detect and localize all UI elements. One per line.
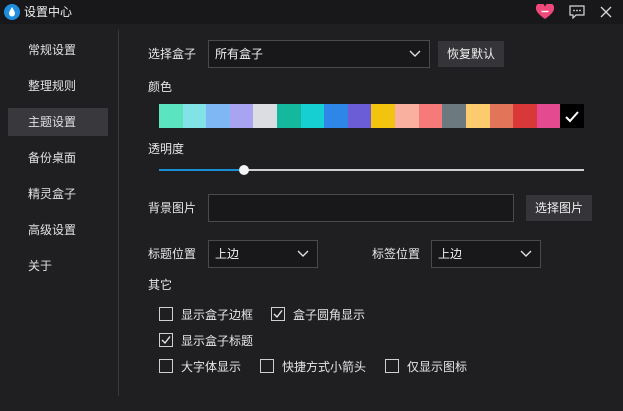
opacity-slider-fill: [159, 169, 244, 171]
color-swatch[interactable]: [277, 104, 301, 128]
opacity-slider-thumb[interactable]: [239, 165, 249, 175]
icon-only-label: 仅显示图标: [407, 359, 468, 374]
color-swatch[interactable]: [324, 104, 348, 128]
color-swatch[interactable]: [253, 104, 278, 128]
color-swatch[interactable]: [182, 104, 207, 128]
box-rounded-corner-label: 盒子圆角显示: [293, 307, 366, 322]
sidebar: 常规设置 整理规则 主题设置 备份桌面 精灵盒子 高级设置 关于: [0, 24, 118, 411]
color-swatch[interactable]: [560, 104, 584, 128]
color-swatch[interactable]: [229, 104, 254, 128]
checkbox-box: [385, 359, 399, 373]
box-select-dropdown[interactable]: 所有盒子: [208, 40, 430, 68]
large-font-checkbox[interactable]: 大字体显示: [159, 357, 241, 375]
window-title: 设置中心: [24, 5, 73, 19]
show-box-border-label: 显示盒子边框: [181, 307, 254, 322]
box-select-label: 选择盒子: [148, 47, 197, 61]
title-position-label: 标题位置: [148, 247, 197, 261]
show-box-title-label: 显示盒子标题: [181, 333, 254, 348]
checkbox-box: [159, 307, 173, 321]
color-swatch[interactable]: [371, 104, 396, 128]
background-image-path-input[interactable]: [208, 194, 514, 222]
color-swatch[interactable]: [347, 104, 372, 128]
sidebar-item-general[interactable]: 常规设置: [8, 36, 108, 64]
sidebar-item-about[interactable]: 关于: [8, 252, 108, 280]
title-bar: 设置中心: [0, 0, 623, 24]
color-swatch[interactable]: [300, 104, 325, 128]
checkbox-box: [271, 307, 285, 321]
checkbox-box: [260, 359, 274, 373]
opacity-label: 透明度: [148, 142, 185, 156]
checkbox-box: [159, 333, 173, 347]
choose-image-button[interactable]: 选择图片: [526, 195, 592, 221]
large-font-label: 大字体显示: [181, 359, 242, 374]
shortcut-arrow-label: 快捷方式小箭头: [282, 359, 367, 374]
show-box-title-checkbox[interactable]: 显示盒子标题: [159, 331, 253, 349]
icon-only-checkbox[interactable]: 仅显示图标: [385, 357, 467, 375]
sidebar-item-sprite-box[interactable]: 精灵盒子: [8, 180, 108, 208]
sidebar-item-backup[interactable]: 备份桌面: [8, 144, 108, 172]
box-rounded-corner-checkbox[interactable]: 盒子圆角显示: [271, 305, 365, 323]
tag-position-value: 上边: [438, 247, 463, 261]
title-position-value: 上边: [215, 247, 240, 261]
show-box-border-checkbox[interactable]: 显示盒子边框: [159, 305, 253, 323]
opacity-slider[interactable]: [159, 165, 584, 175]
check-icon: [161, 336, 171, 345]
chevron-down-icon: [409, 50, 421, 57]
color-swatch[interactable]: [513, 104, 537, 128]
sidebar-item-advanced[interactable]: 高级设置: [8, 216, 108, 244]
title-position-dropdown[interactable]: 上边: [208, 240, 318, 268]
sidebar-divider: [118, 30, 119, 396]
close-icon[interactable]: [596, 2, 616, 22]
color-label: 颜色: [148, 80, 173, 94]
color-swatch[interactable]: [442, 104, 466, 128]
app-logo-icon: [4, 4, 20, 20]
color-swatch[interactable]: [159, 104, 183, 128]
color-palette: [159, 104, 584, 128]
tag-position-label: 标签位置: [372, 247, 421, 261]
box-select-value: 所有盒子: [215, 47, 264, 61]
checkbox-box: [159, 359, 173, 373]
shortcut-arrow-checkbox[interactable]: 快捷方式小箭头: [260, 357, 366, 375]
sidebar-item-theme[interactable]: 主题设置: [8, 108, 108, 136]
check-icon: [273, 310, 283, 319]
check-icon: [565, 111, 579, 123]
color-swatch[interactable]: [536, 104, 561, 128]
restore-default-button[interactable]: 恢复默认: [438, 41, 504, 67]
color-swatch[interactable]: [489, 104, 514, 128]
feedback-icon[interactable]: [567, 2, 587, 22]
chevron-down-icon: [297, 250, 309, 257]
color-swatch[interactable]: [395, 104, 419, 128]
other-label: 其它: [148, 278, 173, 292]
tag-position-dropdown[interactable]: 上边: [431, 240, 541, 268]
background-image-label: 背景图片: [148, 201, 197, 215]
color-swatch[interactable]: [465, 104, 490, 128]
color-swatch[interactable]: [206, 104, 230, 128]
chevron-down-icon: [520, 250, 532, 257]
color-swatch[interactable]: [418, 104, 443, 128]
heart-icon[interactable]: [535, 2, 555, 22]
sidebar-item-organize-rules[interactable]: 整理规则: [8, 72, 108, 100]
